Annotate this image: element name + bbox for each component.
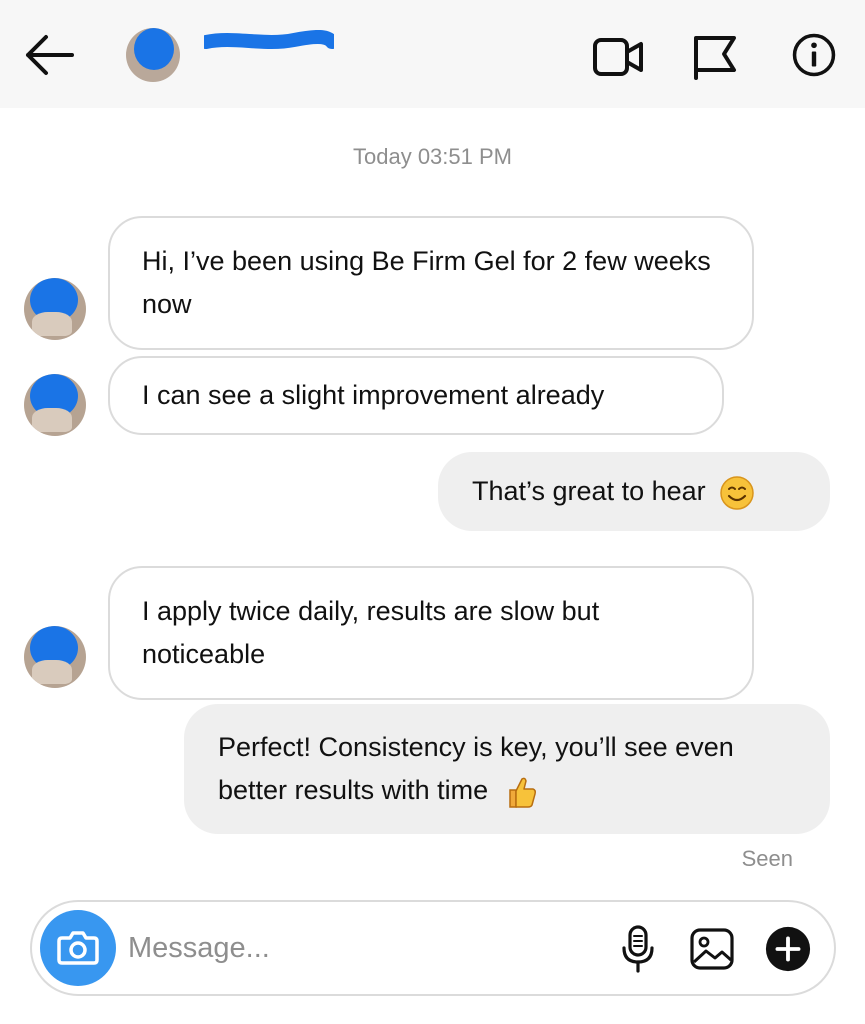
outgoing-message[interactable]: Perfect! Consistency is key, you’ll see … bbox=[184, 704, 830, 834]
message-input[interactable] bbox=[128, 924, 568, 972]
sender-avatar[interactable] bbox=[24, 278, 86, 340]
camera-icon bbox=[57, 931, 99, 965]
incoming-message[interactable]: Hi, I’ve been using Be Firm Gel for 2 fe… bbox=[108, 216, 754, 350]
smiling-face-icon bbox=[720, 476, 754, 510]
message-text: I apply twice daily, results are slow bu… bbox=[142, 596, 600, 669]
message-text: Hi, I’ve been using Be Firm Gel for 2 fe… bbox=[142, 246, 711, 319]
plus-icon[interactable] bbox=[764, 924, 812, 974]
message-text: I can see a slight improvement already bbox=[142, 380, 605, 410]
contact-avatar[interactable] bbox=[126, 28, 180, 82]
sender-avatar[interactable] bbox=[24, 626, 86, 688]
info-icon[interactable] bbox=[788, 32, 840, 78]
camera-button[interactable] bbox=[40, 910, 116, 986]
flag-icon[interactable] bbox=[690, 34, 742, 80]
incoming-message[interactable]: I apply twice daily, results are slow bu… bbox=[108, 566, 754, 700]
avatar-photo-detail bbox=[32, 660, 72, 684]
image-icon[interactable] bbox=[688, 924, 736, 974]
avatar-photo-detail bbox=[32, 312, 72, 336]
arrow-left-icon[interactable] bbox=[20, 30, 80, 80]
contact-name-redaction[interactable] bbox=[204, 30, 334, 52]
sender-avatar[interactable] bbox=[24, 374, 86, 436]
message-text: That’s great to hear bbox=[472, 476, 706, 506]
message-composer bbox=[30, 900, 836, 996]
thread-timestamp: Today 03:51 PM bbox=[353, 144, 512, 169]
outgoing-message[interactable]: That’s great to hear bbox=[438, 452, 830, 531]
avatar-redaction bbox=[134, 28, 174, 70]
incoming-message[interactable]: I can see a slight improvement already bbox=[108, 356, 724, 435]
avatar-photo-detail bbox=[32, 408, 72, 432]
microphone-icon[interactable] bbox=[614, 924, 662, 974]
message-text: Perfect! Consistency is key, you’ll see … bbox=[218, 732, 734, 805]
thumbs-up-icon bbox=[508, 777, 536, 808]
video-call-icon[interactable] bbox=[592, 34, 644, 80]
seen-status: Seen bbox=[741, 846, 793, 871]
chat-header bbox=[0, 0, 865, 108]
